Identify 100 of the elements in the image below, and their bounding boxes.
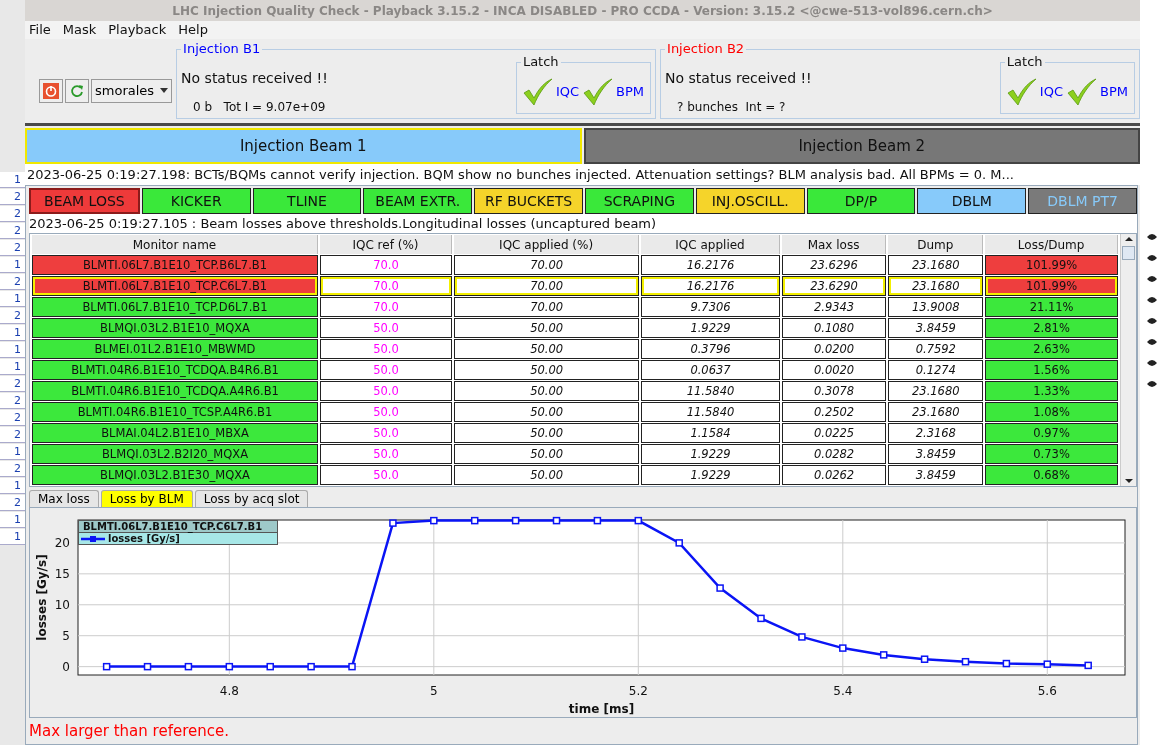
- column-header[interactable]: Monitor name: [32, 235, 318, 254]
- refresh-button[interactable]: [65, 78, 89, 103]
- row-number: 1: [0, 172, 25, 188]
- scrollbar[interactable]: [1120, 234, 1136, 486]
- point: [389, 519, 397, 527]
- column-header[interactable]: Dump: [888, 235, 984, 254]
- column-header[interactable]: IQC applied (%): [453, 235, 640, 254]
- table-cell: 101.99%: [985, 255, 1118, 275]
- column-header[interactable]: Max loss: [781, 235, 887, 254]
- point: [102, 662, 111, 671]
- status-text: No status received !!: [665, 69, 813, 86]
- panel-title: Injection B1: [181, 40, 263, 56]
- eye-icon[interactable]: [1146, 379, 1158, 389]
- table-cell: 50.0: [320, 465, 452, 485]
- check-button[interactable]: INJ.OSCILL.: [695, 188, 805, 214]
- point: [1084, 661, 1092, 670]
- check-button[interactable]: DBLM: [917, 188, 1027, 214]
- menu-item[interactable]: File: [29, 22, 51, 38]
- point: [348, 662, 356, 671]
- menu-item[interactable]: Help: [178, 22, 208, 38]
- check-button[interactable]: TLINE: [252, 188, 362, 214]
- check-button[interactable]: DP/P: [806, 188, 916, 214]
- table-cell: 21.11%: [985, 297, 1118, 317]
- row-number: 2: [0, 410, 25, 426]
- table-cell: 0.3078: [781, 381, 887, 401]
- beam-tab[interactable]: Injection Beam 2: [583, 128, 1140, 164]
- table-cell: 3.8459: [888, 444, 984, 464]
- table-cell: BLMTI.06L7.B1E10_TCP.B6L7.B1: [32, 255, 318, 275]
- eye-icon[interactable]: [1146, 316, 1158, 326]
- table-cell: 50.0: [320, 360, 452, 380]
- row-number: 2: [0, 223, 25, 239]
- check-button[interactable]: KICKER: [141, 188, 251, 214]
- table-cell: 13.9008: [888, 297, 984, 317]
- table-cell: 0.0225: [781, 423, 887, 443]
- table-cell: 50.0: [320, 444, 452, 464]
- column-header[interactable]: IQC ref (%): [320, 235, 452, 254]
- plot-tab[interactable]: Max loss: [29, 490, 99, 507]
- menu-item[interactable]: Mask: [62, 22, 97, 38]
- eye-icon[interactable]: [1146, 295, 1158, 305]
- point: [430, 516, 438, 525]
- column-header[interactable]: IQC applied: [641, 235, 780, 254]
- eye-icon[interactable]: [1146, 232, 1158, 242]
- user-dropdown[interactable]: smorales: [91, 78, 173, 103]
- eye-icon[interactable]: [1146, 358, 1158, 368]
- table-cell: BLMQI.03L2.B1E30_MQXA: [32, 465, 318, 485]
- table-cell: 50.0: [320, 339, 452, 359]
- table-cell: 1.56%: [985, 360, 1118, 380]
- power-button[interactable]: [39, 78, 63, 103]
- table-cell: 101.99%: [985, 276, 1118, 296]
- table-cell: BLMTI.04R6.B1E10_TCDQA.A4R6.B1: [32, 381, 318, 401]
- point: [634, 516, 643, 525]
- table-cell: 0.0282: [781, 444, 887, 464]
- table-cell: BLMQI.03L2.B2I20_MQXA: [32, 444, 318, 464]
- menu-item[interactable]: Playback: [108, 22, 167, 38]
- table-cell: 23.1680: [888, 402, 984, 422]
- window-title: LHC Injection Quality Check - Playback 3.15.2 - INCA DISABLED - PRO CCDA - Version: 3.15.2 <@cwe-513-vol896.cern.ch>: [172, 3, 993, 18]
- table-cell: 23.1680: [888, 255, 984, 275]
- table-cell: 2.3168: [888, 423, 984, 443]
- table-cell: 50.00: [453, 444, 640, 464]
- x-axis-title: time [ms]: [568, 702, 635, 716]
- scroll-thumb[interactable]: [1122, 246, 1135, 260]
- table-cell: 70.00: [453, 297, 640, 317]
- eye-icon[interactable]: [1146, 274, 1158, 284]
- table-cell: 0.1080: [781, 318, 887, 338]
- status-text: No status received !!: [181, 69, 329, 86]
- table-cell: 11.5840: [641, 402, 780, 422]
- row-number: 1: [0, 529, 25, 545]
- point: [839, 644, 847, 652]
- table-cell: 23.1680: [888, 381, 984, 401]
- plot-tab[interactable]: Loss by acq slot: [194, 490, 309, 507]
- point: [920, 655, 929, 663]
- row-number: 2: [0, 189, 25, 205]
- power-icon: [43, 82, 59, 99]
- check-button[interactable]: SCRAPING: [585, 188, 694, 214]
- beam-tab[interactable]: Injection Beam 1: [25, 128, 582, 164]
- row-number: 2: [0, 376, 25, 392]
- table-cell: 1.1584: [641, 423, 780, 443]
- point: [879, 651, 888, 659]
- table-cell: 0.1274: [888, 360, 984, 380]
- column-header[interactable]: Loss/Dump: [985, 235, 1118, 254]
- table-cell: 1.9229: [641, 465, 780, 485]
- y-axis-title: losses [Gy/s]: [35, 554, 49, 641]
- table-cell: 23.6290: [781, 276, 887, 296]
- table-cell: 3.8459: [888, 318, 984, 338]
- check-button[interactable]: BEAM EXTR.: [363, 188, 473, 214]
- check-button[interactable]: RF BUCKETS: [474, 188, 583, 214]
- table-cell: 0.0020: [781, 360, 887, 380]
- table-cell: 50.00: [453, 318, 640, 338]
- refresh-icon: [70, 83, 84, 98]
- eye-icon[interactable]: [1146, 337, 1158, 347]
- eye-icon[interactable]: [1146, 253, 1158, 263]
- row-number: 2: [0, 427, 25, 443]
- table-cell: 70.0: [320, 255, 452, 275]
- latch-label: BPM: [1100, 84, 1128, 100]
- point: [1002, 659, 1011, 668]
- check-button[interactable]: BEAM LOSS: [29, 188, 140, 214]
- plot-tab[interactable]: Loss by BLM: [100, 490, 193, 507]
- y-tick-label: 15: [54, 566, 70, 581]
- table-cell: 23.1680: [888, 276, 984, 296]
- table-cell: 2.81%: [985, 318, 1118, 338]
